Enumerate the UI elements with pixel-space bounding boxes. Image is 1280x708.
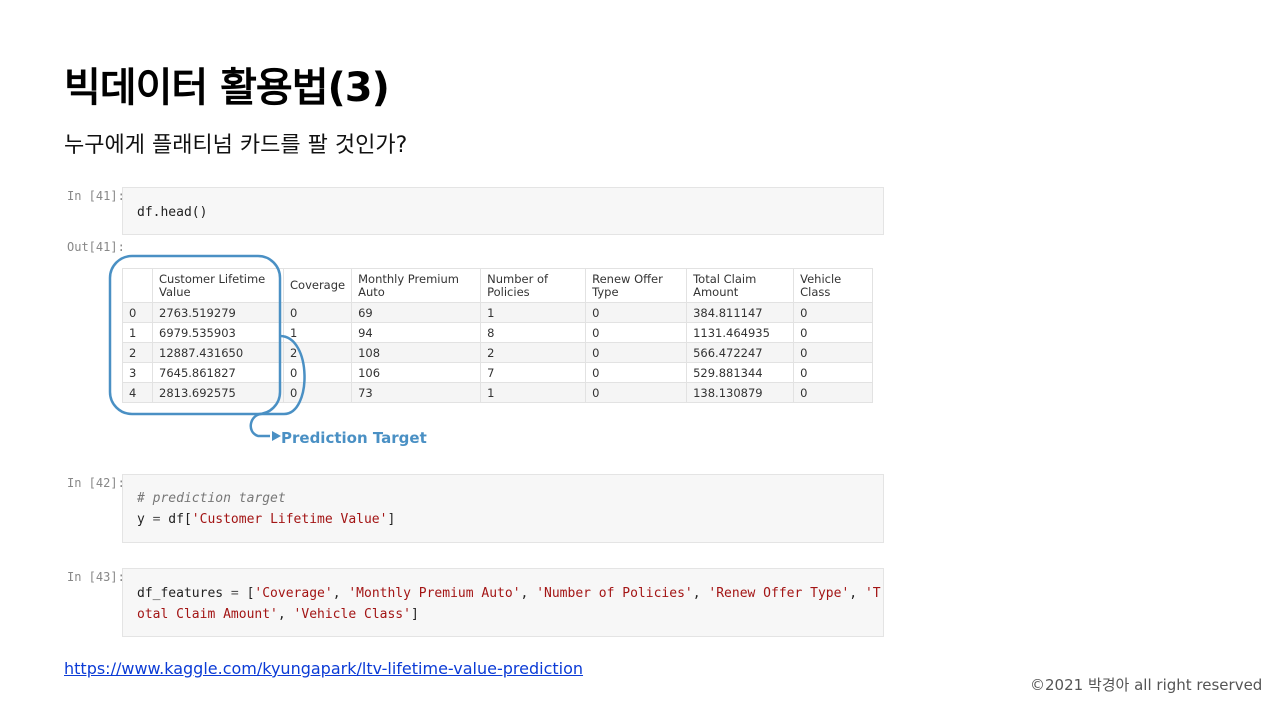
cell-renew: 0: [585, 302, 688, 323]
code-token: ]: [410, 607, 419, 622]
cell-index: 0: [122, 302, 153, 323]
header-coverage: Coverage: [282, 268, 353, 303]
code-token: ,: [277, 607, 294, 622]
cell-renew: 0: [585, 342, 688, 363]
cell-policies: 1: [480, 302, 587, 323]
cell-claim: 1131.464935: [686, 322, 795, 343]
cell-claim: 138.130879: [686, 382, 795, 403]
code-token: =: [230, 586, 239, 601]
slide-title: 빅데이터 활용법(3): [64, 65, 390, 111]
code-token: ]: [387, 512, 396, 527]
cell-vehicle: 0: [793, 362, 874, 383]
code-string: 'T: [864, 586, 881, 601]
code-token: ,: [849, 586, 865, 601]
cell-renew: 0: [585, 322, 688, 343]
dataframe-output: Customer Lifetime Value Coverage Monthly…: [122, 268, 874, 403]
code-token: ,: [332, 586, 349, 601]
cell-renew: 0: [585, 382, 688, 403]
table-row: 2 12887.431650 2 108 2 0 566.472247 0: [122, 342, 874, 363]
cell-index: 2: [122, 342, 153, 363]
cell-clv: 2763.519279: [152, 302, 284, 323]
cell-coverage: 2: [282, 342, 353, 363]
code-token: df[: [160, 512, 192, 527]
cell-premium: 108: [351, 342, 482, 363]
header-customer-lifetime-value: Customer Lifetime Value: [152, 268, 284, 303]
header-monthly-premium-auto: Monthly Premium Auto: [351, 268, 482, 303]
table-row: 0 2763.519279 0 69 1 0 384.811147 0: [122, 302, 874, 323]
cell-claim: 566.472247: [686, 342, 795, 363]
cell-vehicle: 0: [793, 342, 874, 363]
cell-clv: 7645.861827: [152, 362, 284, 383]
table-row: 4 2813.692575 0 73 1 0 138.130879 0: [122, 382, 874, 403]
cell-policies: 1: [480, 382, 587, 403]
cell-coverage: 1: [282, 322, 353, 343]
cell-41-code[interactable]: df.head(): [122, 187, 884, 235]
header-total-claim-amount: Total Claim Amount: [686, 268, 795, 303]
cell-renew: 0: [585, 362, 688, 383]
arrow-head-icon: [272, 431, 281, 441]
cell-index: 4: [122, 382, 153, 403]
cell-clv: 12887.431650: [152, 342, 284, 363]
table-header-row: Customer Lifetime Value Coverage Monthly…: [122, 268, 874, 303]
code-token: df_features: [137, 586, 231, 601]
header-renew-offer-type: Renew Offer Type: [585, 268, 688, 303]
code-string: 'Customer Lifetime Value': [191, 512, 388, 527]
code-string: 'Coverage': [254, 586, 333, 601]
cell-vehicle: 0: [793, 382, 874, 403]
cell-43-code-line-1: df_features = ['Coverage', 'Monthly Prem…: [137, 583, 881, 604]
cell-index: 3: [122, 362, 153, 383]
code-string: otal Claim Amount': [137, 607, 278, 622]
prediction-target-label: Prediction Target: [281, 429, 427, 447]
cell-coverage: 0: [282, 382, 353, 403]
cell-premium: 73: [351, 382, 482, 403]
cell-premium: 69: [351, 302, 482, 323]
cell-clv: 6979.535903: [152, 322, 284, 343]
cell-vehicle: 0: [793, 322, 874, 343]
code-token: [: [238, 586, 255, 601]
cell-42-code-line: y = df['Customer Lifetime Value']: [137, 509, 869, 530]
code-string: 'Monthly Premium Auto': [348, 586, 521, 601]
cell-42-in-prompt: In [42]:: [67, 476, 125, 490]
cell-policies: 8: [480, 322, 587, 343]
cell-index: 1: [122, 322, 153, 343]
cell-policies: 7: [480, 362, 587, 383]
cell-coverage: 0: [282, 302, 353, 323]
cell-claim: 529.881344: [686, 362, 795, 383]
cell-41-out-prompt: Out[41]:: [67, 240, 125, 254]
cell-42-comment: # prediction target: [137, 491, 286, 506]
table-row: 3 7645.861827 0 106 7 0 529.881344 0: [122, 362, 874, 383]
slide-subtitle: 누구에게 플래티넘 카드를 팔 것인가?: [64, 133, 408, 158]
cell-42-code[interactable]: # prediction target y = df['Customer Lif…: [122, 474, 884, 543]
header-number-of-policies: Number of Policies: [480, 268, 587, 303]
cell-premium: 106: [351, 362, 482, 383]
code-token: y: [137, 512, 153, 527]
code-token: ,: [520, 586, 537, 601]
cell-43-code[interactable]: df_features = ['Coverage', 'Monthly Prem…: [122, 568, 884, 637]
header-index: [122, 268, 153, 303]
cell-clv: 2813.692575: [152, 382, 284, 403]
code-token: ,: [692, 586, 709, 601]
code-string: 'Number of Policies': [536, 586, 693, 601]
cell-41-code-text: df.head(): [137, 205, 208, 220]
cell-vehicle: 0: [793, 302, 874, 323]
header-vehicle-class: Vehicle Class: [793, 268, 874, 303]
code-string: 'Vehicle Class': [293, 607, 411, 622]
copyright-notice: ©2021 박경아 all right reserved: [1030, 676, 1263, 694]
cell-43-in-prompt: In [43]:: [67, 570, 125, 584]
code-string: 'Renew Offer Type': [708, 586, 850, 601]
cell-premium: 94: [351, 322, 482, 343]
cell-claim: 384.811147: [686, 302, 795, 323]
kaggle-link[interactable]: https://www.kaggle.com/kyungapark/ltv-li…: [64, 659, 583, 678]
cell-coverage: 0: [282, 362, 353, 383]
cell-41-in-prompt: In [41]:: [67, 189, 125, 203]
cell-policies: 2: [480, 342, 587, 363]
cell-43-code-line-2: otal Claim Amount', 'Vehicle Class']: [137, 604, 869, 625]
table-row: 1 6979.535903 1 94 8 0 1131.464935 0: [122, 322, 874, 343]
